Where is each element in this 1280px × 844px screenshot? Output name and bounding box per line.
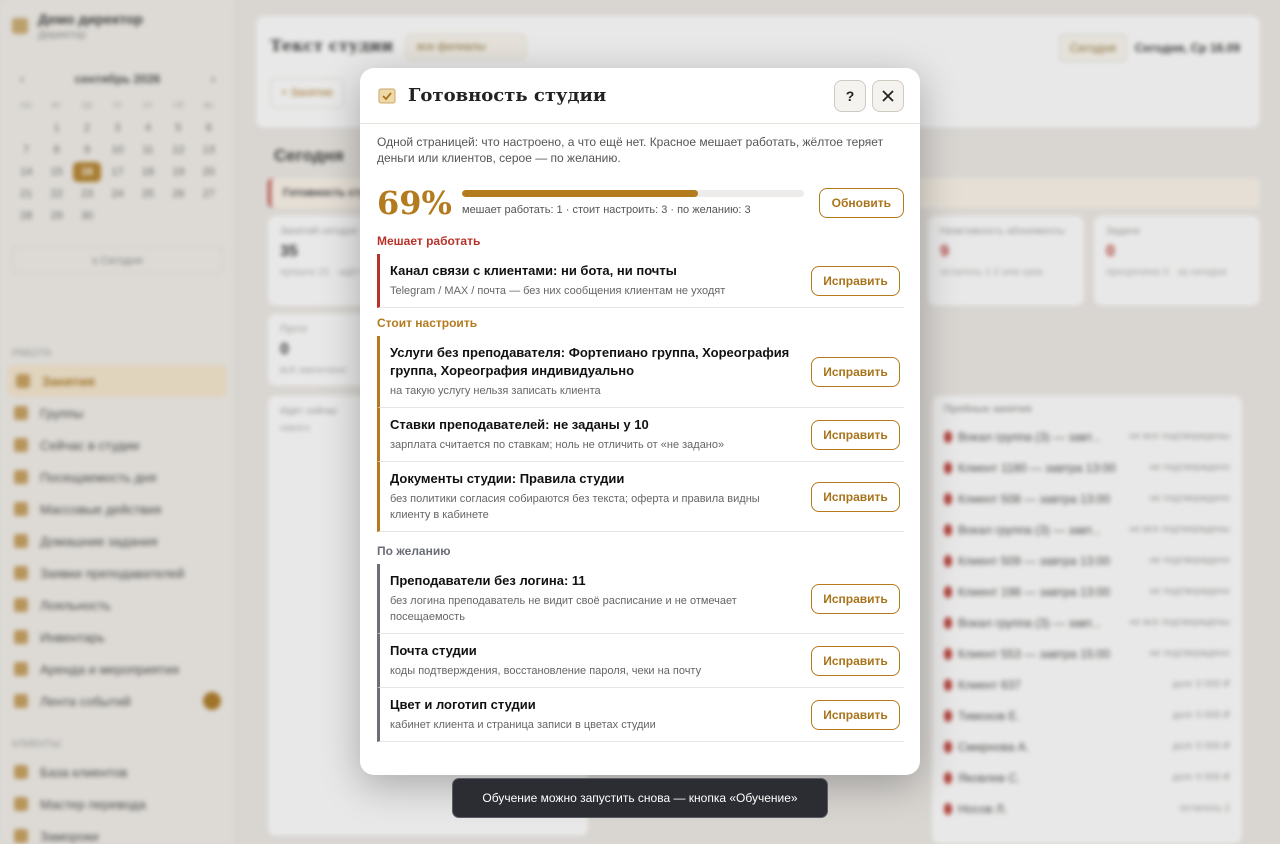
item-title: Преподаватели без логина: 11: [390, 573, 586, 588]
item-title: Цвет и логотип студии: [390, 697, 536, 712]
modal-body: Одной страницей: что настроено, а что ещ…: [360, 124, 920, 742]
readiness-item: Канал связи с клиентами: ни бота, ни поч…: [377, 254, 904, 308]
item-description: на такую услугу нельзя записать клиента: [390, 385, 601, 397]
fix-button[interactable]: Исправить: [811, 481, 900, 512]
readiness-item: Почта студии коды подтверждения, восстано…: [377, 634, 904, 688]
readiness-percent: 69%: [377, 184, 452, 222]
item-title: Услуги без преподавателя: Фортепиано гру…: [390, 345, 790, 378]
readiness-item: Документы студии: Правила студии без поли…: [377, 462, 904, 532]
item-title: Ставки преподавателей: не заданы у 10: [390, 417, 649, 432]
readiness-item: Услуги без преподавателя: Фортепиано гру…: [377, 336, 904, 408]
item-title: Почта студии: [390, 643, 477, 658]
readiness-item: Ставки преподавателей: не заданы у 10 зар…: [377, 408, 904, 462]
modal-intro: Одной страницей: что настроено, а что ещ…: [377, 135, 884, 165]
fix-button[interactable]: Исправить: [811, 356, 900, 387]
close-icon: [882, 89, 894, 102]
checklist-icon: [378, 88, 396, 103]
item-description: без политики согласия собираются без тек…: [390, 493, 760, 521]
readiness-progress-bar: [462, 190, 804, 197]
toast-notification: Обучение можно запустить снова — кнопка …: [452, 778, 828, 818]
item-description: зарплата считается по ставкам; ноль не о…: [390, 439, 725, 451]
readiness-summary: мешает работать: 1 · стоит настроить: 3 …: [462, 204, 751, 216]
item-description: Telegram / MAX / почта — без них сообщен…: [390, 285, 726, 297]
fix-button[interactable]: Исправить: [811, 645, 900, 676]
readiness-item: Цвет и логотип студии кабинет клиента и с…: [377, 688, 904, 742]
item-title: Документы студии: Правила студии: [390, 471, 625, 486]
item-description: кабинет клиента и страница записи в цвет…: [390, 719, 656, 731]
section-recommended-title: Стоит настроить: [377, 316, 478, 330]
fix-button[interactable]: Исправить: [811, 265, 900, 296]
help-button[interactable]: ?: [834, 79, 866, 112]
refresh-button[interactable]: Обновить: [818, 188, 904, 218]
readiness-item: Преподаватели без логина: 11 без логина п…: [377, 564, 904, 634]
fix-button[interactable]: Исправить: [811, 419, 900, 450]
fix-button[interactable]: Исправить: [811, 583, 900, 614]
section-optional-title: По желанию: [377, 544, 451, 558]
fix-button[interactable]: Исправить: [811, 699, 900, 730]
modal-title: Готовность студии: [408, 85, 607, 106]
readiness-modal: Готовность студии ? Одной страницей: что…: [360, 68, 920, 775]
section-blocking-title: Мешает работать: [377, 234, 481, 248]
modal-header: Готовность студии ?: [360, 68, 920, 124]
readiness-score: 69% мешает работать: 1 · стоит настроить…: [377, 180, 904, 226]
close-button[interactable]: [872, 79, 904, 112]
readiness-progress-fill: [462, 190, 698, 197]
item-description: без логина преподаватель не видит своё р…: [390, 595, 737, 623]
item-title: Канал связи с клиентами: ни бота, ни поч…: [390, 263, 677, 278]
item-description: коды подтверждения, восстановление парол…: [390, 665, 702, 677]
